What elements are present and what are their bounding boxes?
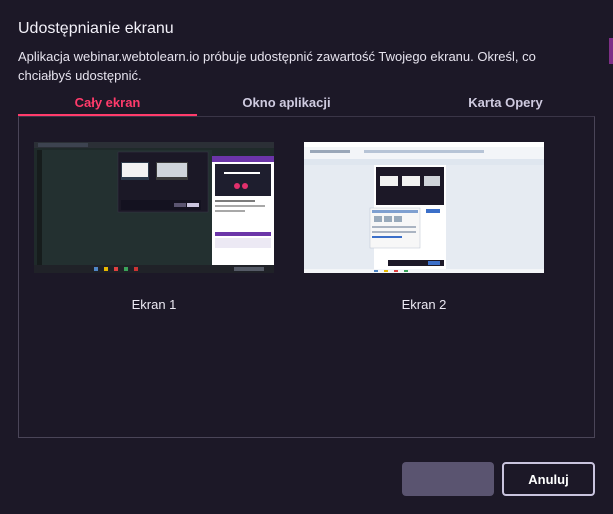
screens-panel: Ekran 1 Ekran 2: [18, 116, 595, 438]
tab-entire-screen[interactable]: Cały ekran: [18, 90, 197, 116]
screen-1-label: Ekran 1: [131, 297, 177, 312]
screen-1-thumbnail[interactable]: [34, 142, 274, 273]
screen-2-thumbnail[interactable]: [304, 142, 544, 273]
source-tabs: Cały ekran Okno aplikacji Karta Opery: [18, 90, 595, 116]
screen-2-label: Ekran 2: [401, 297, 447, 312]
dark-desktop-thumbnail-icon: [34, 142, 274, 273]
dialog-title: Udostępnianie ekranu: [18, 20, 174, 37]
window-edge-accent: [609, 38, 613, 64]
dialog-description: Aplikacja webinar.webtolearn.io próbuje …: [18, 49, 536, 83]
tab-application-window[interactable]: Okno aplikacji: [197, 90, 376, 116]
cancel-button[interactable]: Anuluj: [502, 462, 595, 496]
screen-share-dialog: Udostępnianie ekranu Aplikacja webinar.w…: [0, 0, 613, 514]
share-button[interactable]: [402, 462, 494, 496]
light-desktop-thumbnail-icon: [304, 142, 544, 273]
tab-opera-tab[interactable]: Karta Opery: [376, 90, 595, 116]
